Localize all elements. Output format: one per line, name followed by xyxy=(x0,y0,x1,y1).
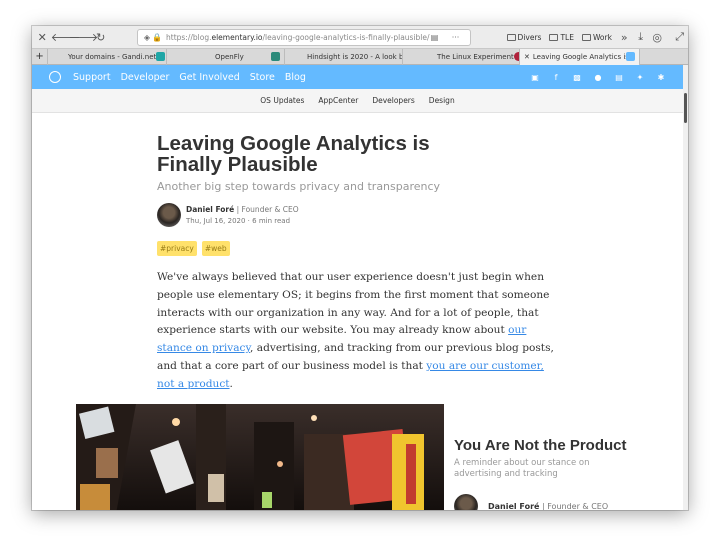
tab-strip: + Your domains - Gandi.net OpenFly Hinds… xyxy=(32,48,688,65)
scrollbar-thumb[interactable] xyxy=(684,93,687,123)
bookmark-tle[interactable]: TLE xyxy=(549,33,574,42)
subnav-os-updates[interactable]: OS Updates xyxy=(260,96,304,105)
avatar[interactable] xyxy=(157,203,181,227)
article-author: Daniel Foré | Founder & CEO Thu, Jul 16,… xyxy=(157,203,557,227)
tab-openfly[interactable]: OpenFly xyxy=(167,48,285,65)
city-night-image xyxy=(76,404,444,510)
download-icon[interactable]: ⤓ xyxy=(632,28,649,46)
stackexchange-icon[interactable]: ▤ xyxy=(615,73,623,82)
mastodon-icon[interactable]: ▩ xyxy=(573,73,581,82)
tab-title: Leaving Google Analytics is Fin xyxy=(532,52,626,61)
author-name[interactable]: Daniel Foré xyxy=(186,205,234,214)
tag-list: #privacy #web xyxy=(157,241,557,256)
reader-mode-icon[interactable]: ▤ xyxy=(430,32,440,42)
avatar[interactable] xyxy=(454,494,478,510)
shield-icon[interactable]: ◈ xyxy=(142,32,152,42)
related-post: You Are Not the Product A reminder about… xyxy=(454,437,654,510)
article-subtitle: Another big step towards privacy and tra… xyxy=(157,180,441,193)
article: Leaving Google Analytics is Finally Plau… xyxy=(157,133,557,394)
nav-get-involved[interactable]: Get Involved xyxy=(179,72,239,83)
page-scrollbar[interactable] xyxy=(683,65,688,510)
blog-subnav: OS Updates AppCenter Developers Design xyxy=(32,89,683,113)
related-author-name[interactable]: Daniel Foré xyxy=(488,502,539,511)
related-post-subtitle: A reminder about our stance on advertisi… xyxy=(454,458,590,479)
url-bar[interactable]: ◈ 🔒 https://blog.elementary.io/leaving-g… xyxy=(137,28,471,46)
read-time: 6 min read xyxy=(252,217,291,225)
tab-leaving-google-analytics[interactable]: ✕ Leaving Google Analytics is Fin xyxy=(520,48,640,65)
openfly-favicon-icon xyxy=(271,52,280,61)
browser-toolbar: ✕ 🡐 🡒 ↻ ◈ 🔒 https://blog.elementary.io/l… xyxy=(32,26,688,49)
close-window-icon[interactable]: ✕ xyxy=(34,28,51,46)
forward-icon[interactable]: 🡒 xyxy=(69,28,99,46)
tab-hindsight[interactable]: Hindsight is 2020 - A look bac xyxy=(285,48,403,65)
article-title: Leaving Google Analytics is Finally Plau… xyxy=(157,132,430,176)
bookmark-divers[interactable]: Divers xyxy=(506,33,541,42)
tab-linux-experiment[interactable]: The Linux Experiment xyxy=(403,48,520,65)
related-author-role: Founder & CEO xyxy=(547,501,609,511)
nav-blog[interactable]: Blog xyxy=(285,72,306,83)
tab-title: Your domains - Gandi.net xyxy=(68,52,157,61)
reload-icon[interactable]: ↻ xyxy=(93,28,110,46)
folder-icon xyxy=(506,33,516,41)
account-icon[interactable]: ◎ xyxy=(649,28,666,46)
close-tab-icon[interactable]: ✕ xyxy=(524,53,530,61)
related-post-image[interactable] xyxy=(76,404,444,510)
new-tab-button[interactable]: + xyxy=(32,48,48,65)
related-post-author: Daniel Foré | Founder & CEO xyxy=(454,494,654,510)
article-body: We've always believed that our user expe… xyxy=(157,271,554,390)
fullscreen-icon[interactable]: ⤢ xyxy=(671,28,688,46)
elementary-logo-icon[interactable] xyxy=(49,71,61,83)
bookmark-work[interactable]: Work xyxy=(581,33,612,42)
tab-title: Hindsight is 2020 - A look bac xyxy=(307,52,403,61)
folder-icon xyxy=(581,33,591,41)
gandi-favicon-icon xyxy=(156,52,166,61)
browser-window: ✕ 🡐 🡒 ↻ ◈ 🔒 https://blog.elementary.io/l… xyxy=(32,26,688,510)
author-role: Founder & CEO xyxy=(241,205,299,214)
tag-web[interactable]: #web xyxy=(201,241,230,256)
rss-icon[interactable]: ▣ xyxy=(531,73,539,82)
nav-developer[interactable]: Developer xyxy=(121,72,170,83)
related-post-title[interactable]: You Are Not the Product xyxy=(454,437,654,454)
more-bookmarks-icon[interactable]: » xyxy=(616,28,633,46)
lock-icon: 🔒 xyxy=(152,32,162,42)
tag-privacy[interactable]: #privacy xyxy=(157,241,197,256)
page-actions-icon[interactable]: ··· xyxy=(446,32,466,42)
site-nav: Support Developer Get Involved Store Blo… xyxy=(32,65,683,89)
tab-title: The Linux Experiment xyxy=(437,52,514,61)
twitter-icon[interactable]: ✦ xyxy=(636,73,644,82)
publish-date: Thu, Jul 16, 2020 xyxy=(186,217,246,225)
subnav-design[interactable]: Design xyxy=(429,96,455,105)
tab-gandi[interactable]: Your domains - Gandi.net xyxy=(48,48,167,65)
subnav-appcenter[interactable]: AppCenter xyxy=(318,96,358,105)
tab-title: OpenFly xyxy=(215,52,244,61)
folder-icon xyxy=(549,33,559,41)
subnav-developers[interactable]: Developers xyxy=(372,96,414,105)
facebook-icon[interactable]: f xyxy=(552,73,560,82)
elementary-favicon-icon xyxy=(626,52,635,61)
social-links: ▣ f ▩ ● ▤ ✦ ✱ xyxy=(518,73,665,82)
reddit-icon[interactable]: ● xyxy=(594,73,602,82)
url-text[interactable]: https://blog.elementary.io/leaving-googl… xyxy=(166,33,430,42)
slack-icon[interactable]: ✱ xyxy=(657,73,665,82)
nav-store[interactable]: Store xyxy=(250,72,275,83)
nav-support[interactable]: Support xyxy=(73,72,111,83)
